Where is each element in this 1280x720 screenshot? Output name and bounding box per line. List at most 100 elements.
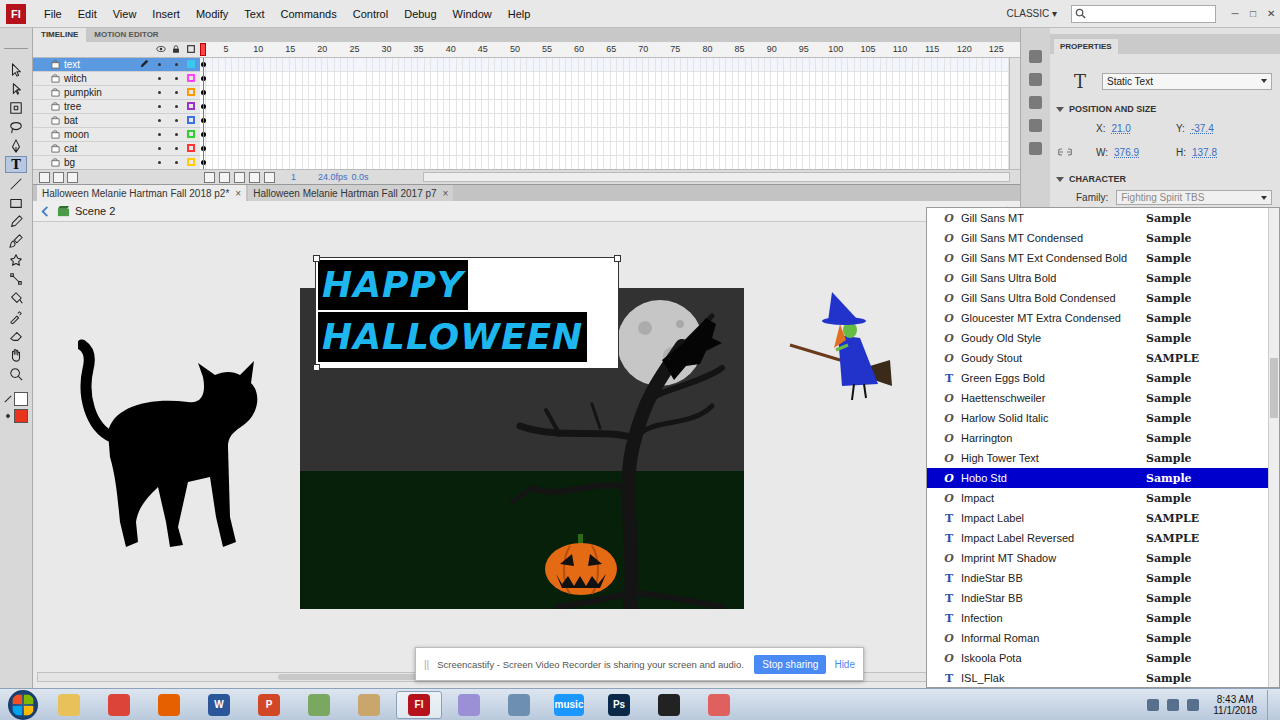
- tool-button[interactable]: [5, 232, 27, 249]
- font-option[interactable]: OHigh Tower TextSample: [927, 448, 1268, 468]
- document-tab[interactable]: Halloween Melanie Hartman Fall 2018 p2*×: [37, 185, 246, 201]
- layer-name[interactable]: moon: [64, 129, 135, 140]
- font-option[interactable]: OHaettenschweilerSample: [927, 388, 1268, 408]
- window-button[interactable]: □: [1244, 8, 1262, 19]
- menu-item[interactable]: Help: [500, 8, 539, 20]
- network-icon[interactable]: [1167, 699, 1179, 711]
- onion-outline-icon[interactable]: [234, 172, 245, 183]
- font-option[interactable]: OImpactSample: [927, 488, 1268, 508]
- tool-button[interactable]: [5, 118, 27, 135]
- menu-item[interactable]: File: [36, 8, 70, 20]
- layer-row[interactable]: moon: [33, 128, 200, 142]
- tool-button[interactable]: T: [5, 156, 27, 173]
- tool-button[interactable]: [5, 137, 27, 154]
- onion-skin-icon[interactable]: [219, 172, 230, 183]
- font-option[interactable]: OHarlow Solid ItalicSample: [927, 408, 1268, 428]
- layer-row[interactable]: tree: [33, 100, 200, 114]
- font-option[interactable]: OHobo StdSample: [927, 468, 1268, 488]
- menu-item[interactable]: Commands: [272, 8, 344, 20]
- tool-button[interactable]: [5, 99, 27, 116]
- font-option[interactable]: OHarringtonSample: [927, 428, 1268, 448]
- lock-dot[interactable]: [175, 77, 178, 80]
- document-title[interactable]: Halloween Melanie Hartman Fall 2017 p7: [253, 188, 436, 199]
- volume-icon[interactable]: [1187, 699, 1199, 711]
- tool-button[interactable]: [5, 327, 27, 344]
- font-option[interactable]: OInformal RomanSample: [927, 628, 1268, 648]
- markers-icon[interactable]: [264, 172, 275, 183]
- menu-item[interactable]: Modify: [188, 8, 236, 20]
- swatches-icon[interactable]: [1029, 73, 1042, 86]
- taskbar-app[interactable]: [496, 691, 542, 719]
- new-folder-icon[interactable]: [53, 172, 64, 183]
- window-button[interactable]: ─: [1226, 8, 1244, 19]
- font-family-field[interactable]: Fighting Spirit TBS: [1116, 190, 1272, 205]
- align-icon[interactable]: [1029, 96, 1042, 109]
- frame-row[interactable]: [200, 114, 1009, 128]
- layer-color[interactable]: [187, 158, 195, 166]
- section-header[interactable]: POSITION AND SIZE: [1050, 94, 1280, 116]
- menu-item[interactable]: Text: [236, 8, 272, 20]
- close-button[interactable]: ×: [235, 188, 241, 199]
- frame-ruler[interactable]: 5101520253035404550556065707580859095100…: [200, 42, 1020, 57]
- scene-name[interactable]: Scene 2: [75, 205, 115, 217]
- frame-row[interactable]: [200, 128, 1009, 142]
- transform-icon[interactable]: [1029, 142, 1042, 155]
- layer-color[interactable]: [187, 102, 195, 110]
- font-option[interactable]: OGill Sans MTSample: [927, 208, 1268, 228]
- field-value[interactable]: 376.9: [1114, 147, 1139, 158]
- taskbar-app[interactable]: [146, 691, 192, 719]
- font-option[interactable]: OImprint MT ShadowSample: [927, 548, 1268, 568]
- edit-frames-icon[interactable]: [249, 172, 260, 183]
- taskbar-app[interactable]: music: [546, 691, 592, 719]
- visibility-dot[interactable]: [158, 105, 161, 108]
- menu-item[interactable]: View: [105, 8, 145, 20]
- window-button[interactable]: ✕: [1262, 8, 1280, 19]
- tool-button[interactable]: [5, 175, 27, 192]
- color-swatch[interactable]: [14, 392, 28, 406]
- font-option[interactable]: OGill Sans Ultra BoldSample: [927, 268, 1268, 288]
- taskbar-app[interactable]: [346, 691, 392, 719]
- field-value[interactable]: 137.8: [1192, 147, 1217, 158]
- font-option[interactable]: TISL_FlakSample: [927, 668, 1268, 687]
- menu-item[interactable]: Control: [345, 8, 396, 20]
- field-value[interactable]: 21.0: [1111, 123, 1130, 134]
- tool-button[interactable]: [5, 365, 27, 382]
- layer-color[interactable]: [187, 74, 195, 82]
- back-arrow-icon[interactable]: [39, 205, 52, 218]
- tool-button[interactable]: [5, 80, 27, 97]
- current-frame[interactable]: 1: [291, 172, 296, 182]
- hide-button[interactable]: Hide: [834, 659, 855, 670]
- field-value[interactable]: -37.4: [1191, 123, 1214, 134]
- layer-color[interactable]: [187, 60, 195, 68]
- text-field[interactable]: HAPPYHALLOWEEN: [316, 258, 618, 368]
- font-option[interactable]: OIskoola PotaSample: [927, 648, 1268, 668]
- font-option[interactable]: OGoudy Old StyleSample: [927, 328, 1268, 348]
- timeline-scrollbar[interactable]: [423, 172, 1010, 182]
- layer-name[interactable]: witch: [64, 73, 135, 84]
- tool-button[interactable]: [5, 346, 27, 363]
- taskbar-app[interactable]: [46, 691, 92, 719]
- menu-item[interactable]: Edit: [70, 8, 105, 20]
- center-frame-icon[interactable]: [204, 172, 215, 183]
- font-option[interactable]: TImpact LabelSAMPLE: [927, 508, 1268, 528]
- layer-name[interactable]: cat: [64, 143, 135, 154]
- font-option[interactable]: TIndieStar BBSample: [927, 568, 1268, 588]
- text-line[interactable]: HALLOWEEN: [318, 312, 587, 362]
- swatch-row[interactable]: [4, 409, 28, 423]
- layer-name[interactable]: bg: [64, 157, 135, 168]
- lock-dot[interactable]: [175, 63, 178, 66]
- menu-item[interactable]: Debug: [396, 8, 444, 20]
- dropdown-scrollbar[interactable]: [1268, 208, 1279, 687]
- visibility-dot[interactable]: [158, 119, 161, 122]
- scroll-thumb[interactable]: [1270, 358, 1278, 418]
- taskbar-app[interactable]: [296, 691, 342, 719]
- taskbar-app[interactable]: P: [246, 691, 292, 719]
- font-option[interactable]: TIndieStar BBSample: [927, 588, 1268, 608]
- library-icon[interactable]: [1029, 50, 1042, 63]
- close-button[interactable]: ×: [443, 188, 449, 199]
- tool-button[interactable]: [5, 270, 27, 287]
- resize-handle[interactable]: [313, 255, 320, 262]
- show-desktop-button[interactable]: [1267, 690, 1280, 720]
- eye-icon[interactable]: [156, 44, 166, 54]
- lock-dot[interactable]: [175, 91, 178, 94]
